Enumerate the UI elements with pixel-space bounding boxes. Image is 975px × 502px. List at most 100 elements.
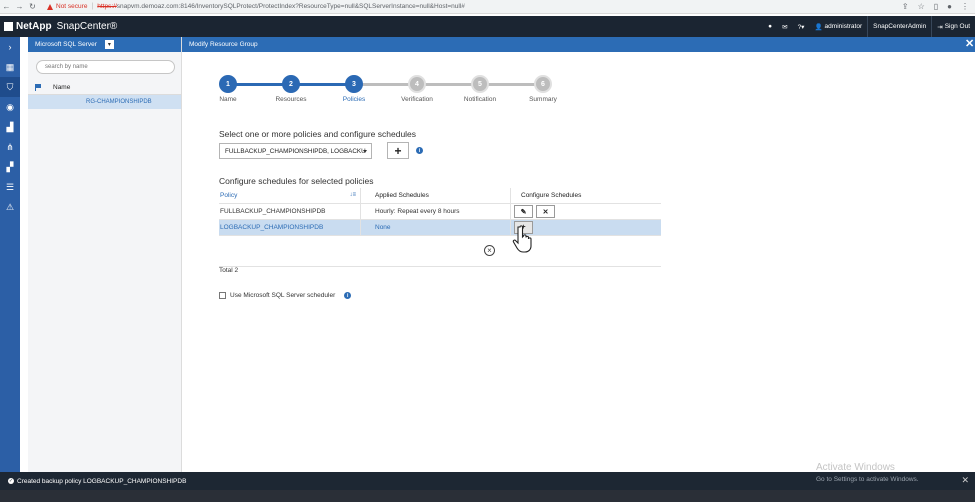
- product-name: SnapCenter®: [56, 21, 118, 32]
- step-resources[interactable]: 2 Resources: [261, 75, 321, 103]
- alerts-icon[interactable]: ⚠: [0, 197, 20, 217]
- taskbar: [0, 490, 975, 502]
- expand-nav-icon[interactable]: ›: [0, 37, 20, 57]
- share-icon[interactable]: ⇪: [902, 2, 909, 11]
- step-label: Policies: [342, 96, 366, 103]
- sign-out-label: Sign Out: [944, 23, 970, 30]
- step-label: Resources: [275, 96, 307, 103]
- sort-icon[interactable]: ↓≡: [349, 192, 356, 198]
- activate-windows-hint: Go to Settings to activate Windows.: [816, 476, 919, 483]
- wizard-stepper: 1 Name 2 Resources 3 Policies 4 Verification…: [218, 75, 558, 107]
- user-menu[interactable]: 👤 administrator: [809, 16, 867, 37]
- brand-name: NetApp: [16, 21, 52, 32]
- step-label: Summary: [529, 96, 557, 103]
- edit-schedule-pencil-icon[interactable]: ✎: [514, 205, 533, 218]
- list-item[interactable]: RG-CHAMPIONSHIPDB: [28, 95, 181, 109]
- reports-icon[interactable]: ▟: [0, 117, 20, 137]
- schedules-section-title: Configure schedules for selected policie…: [219, 176, 374, 186]
- sign-out-icon: ⇥: [937, 23, 943, 31]
- add-policy-button[interactable]: +: [387, 142, 409, 159]
- sql-scheduler-checkbox[interactable]: [219, 292, 226, 299]
- sidepanel-icon[interactable]: ▯: [934, 2, 938, 11]
- flag-icon[interactable]: [35, 83, 41, 91]
- remove-circle-icon[interactable]: ×: [484, 245, 495, 256]
- user-name: administrator: [824, 23, 863, 30]
- name-column-label[interactable]: Name: [53, 84, 70, 91]
- configure-cell: ✎ ✕: [510, 203, 661, 220]
- step-label: Notification: [463, 96, 497, 103]
- step-name[interactable]: 1 Name: [198, 75, 258, 103]
- caret-down-icon: [363, 150, 367, 153]
- total-count: Total 2: [219, 267, 239, 274]
- plugin-selector[interactable]: Microsoft SQL Server ▾: [28, 37, 181, 52]
- policy-cell: FULLBACKUP_CHAMPIONSHIPDB: [220, 208, 326, 215]
- user-icon: 👤: [814, 23, 823, 31]
- step-notification[interactable]: 5 Notification: [450, 75, 510, 103]
- policy-select[interactable]: FULLBACKUP_CHAMPIONSHIPDB, LOGBACKU: [219, 143, 372, 159]
- notification-bar: ✓ Created backup policy LOGBACKUP_CHAMPI…: [0, 472, 975, 490]
- app-header: NetApp SnapCenter® ● ✉ ?▾ 👤 administrator…: [0, 16, 975, 37]
- policy-cell: LOGBACKUP_CHAMPIONSHIPDB: [220, 224, 324, 231]
- reload-icon[interactable]: ↻: [26, 2, 39, 11]
- table-footer-divider: [219, 266, 661, 267]
- step-summary[interactable]: 6 Summary: [513, 75, 573, 103]
- close-notification-icon[interactable]: ✕: [961, 475, 969, 486]
- schedules-table: Policy ↓≡ Applied Schedules Configure Sch…: [219, 187, 661, 236]
- hosts-icon[interactable]: ⋔: [0, 137, 20, 157]
- sql-scheduler-label: Use Microsoft SQL Server scheduler: [230, 292, 336, 299]
- chevron-down-icon[interactable]: ▾: [104, 40, 114, 49]
- policy-header-label: Policy: [220, 192, 238, 199]
- netapp-logo: NetApp SnapCenter®: [4, 21, 117, 32]
- browser-toolbar: ← → ↻ Not secure | https://snapvm.demoaz…: [0, 0, 975, 14]
- info-icon[interactable]: i: [344, 292, 352, 299]
- policy-section-title: Select one or more policies and configur…: [219, 129, 417, 139]
- step-verification[interactable]: 4 Verification: [387, 75, 447, 103]
- messages-icon[interactable]: ✉: [777, 16, 792, 37]
- configure-schedules-header: Configure Schedules: [510, 187, 661, 204]
- step-policies[interactable]: 3 Policies: [324, 75, 384, 103]
- resource-list-panel: Microsoft SQL Server ▾ search by name Na…: [28, 37, 182, 472]
- forward-icon[interactable]: →: [13, 2, 26, 11]
- remove-schedule-icon[interactable]: ✕: [536, 205, 555, 218]
- bookmark-star-icon[interactable]: ☆: [918, 2, 925, 11]
- search-input[interactable]: search by name: [36, 60, 175, 74]
- dashboard-icon[interactable]: ▦: [0, 57, 20, 77]
- sql-scheduler-option: Use Microsoft SQL Server scheduler i: [219, 292, 352, 299]
- plugin-label: Microsoft SQL Server: [35, 41, 97, 48]
- left-nav: › ▦ ⛉ ◉ ▟ ⋔ ▞ ☰ ⚠: [0, 37, 20, 472]
- table-row[interactable]: LOGBACKUP_CHAMPIONSHIPDB None +: [219, 219, 661, 236]
- netapp-logo-mark: [4, 22, 13, 31]
- profile-icon[interactable]: ●: [947, 2, 952, 11]
- settings-icon[interactable]: ☰: [0, 177, 20, 197]
- step-label: Verification: [401, 96, 433, 103]
- table-row[interactable]: FULLBACKUP_CHAMPIONSHIPDB Hourly: Repeat…: [219, 203, 661, 220]
- back-icon[interactable]: ←: [0, 2, 13, 11]
- table-header-row: Policy ↓≡ Applied Schedules Configure Sch…: [219, 187, 661, 204]
- policy-column-header[interactable]: Policy ↓≡: [219, 188, 360, 204]
- panel-title: Modify Resource Group: [182, 37, 975, 52]
- warning-icon: [47, 3, 53, 10]
- step-circle: 6: [534, 75, 552, 93]
- help-icon[interactable]: ?▾: [793, 16, 810, 37]
- sign-out-button[interactable]: ⇥ Sign Out: [931, 16, 975, 37]
- security-indicator[interactable]: Not secure: [47, 3, 87, 10]
- url-text: snapvm.demoaz.com:8146/InventorySQLProte…: [116, 3, 465, 10]
- notification-text: Created backup policy LOGBACKUP_CHAMPION…: [17, 477, 187, 485]
- step-circle: 3: [345, 75, 363, 93]
- role-menu[interactable]: SnapCenterAdmin: [867, 16, 931, 37]
- security-label: Not secure: [56, 3, 88, 10]
- info-icon[interactable]: i: [416, 147, 423, 154]
- list-column-header: Name: [28, 80, 181, 95]
- browser-menu-icon[interactable]: ⋮: [961, 2, 969, 11]
- applied-schedules-header: Applied Schedules: [360, 187, 510, 204]
- resources-shield-icon[interactable]: ⛉: [0, 77, 20, 97]
- notifications-bell-icon[interactable]: ●: [763, 16, 777, 37]
- storage-icon[interactable]: ▞: [0, 157, 20, 177]
- step-circle: 1: [219, 75, 237, 93]
- schedule-cell: Hourly: Repeat every 8 hours: [360, 203, 510, 220]
- close-icon[interactable]: ✕: [965, 37, 975, 52]
- schedule-cell: None: [360, 219, 510, 236]
- monitor-icon[interactable]: ◉: [0, 97, 20, 117]
- address-bar[interactable]: https://snapvm.demoaz.com:8146/Inventory…: [97, 3, 465, 10]
- step-circle: 5: [471, 75, 489, 93]
